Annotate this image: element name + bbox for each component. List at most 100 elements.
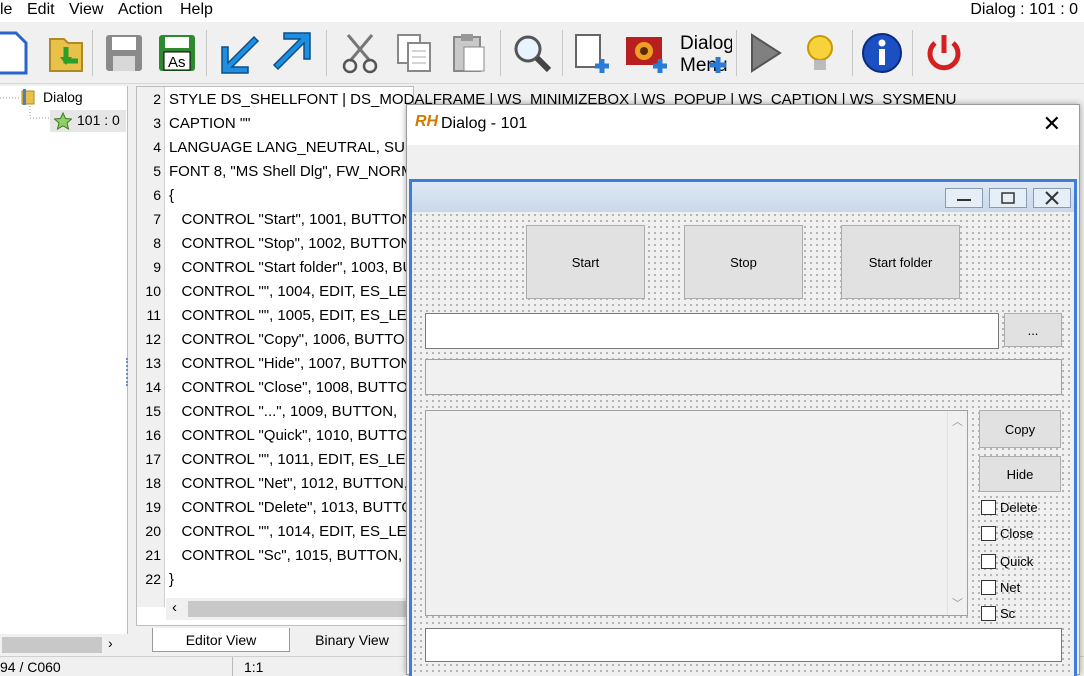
close-icon[interactable] [1033, 188, 1071, 208]
browse-button[interactable]: ... [1004, 313, 1062, 347]
bottom-input[interactable] [425, 628, 1062, 662]
code-line: CONTROL "Start folder", 1003, BU [169, 259, 414, 276]
add-resource-icon[interactable] [568, 29, 616, 77]
line-number: 10 [145, 283, 161, 299]
menu-help[interactable]: Help [180, 1, 213, 19]
line-number-gutter: 2 3 4 5 6 7 8 9 10 11 12 13 14 15 16 17 18 19 20 21 22 [137, 87, 165, 607]
app-logo-icon: RH [415, 113, 439, 130]
tree-item-selected[interactable]: 101 : 0 [50, 110, 126, 132]
dialog-design-surface[interactable]: Start Stop Start folder ... ︿ ﹀ Copy Hid… [409, 179, 1077, 676]
editor-horizontal-scrollbar[interactable]: ‹ [166, 598, 414, 620]
menu-action[interactable]: Action [118, 1, 162, 19]
status-field [425, 359, 1062, 395]
start-folder-button[interactable]: Start folder [841, 225, 960, 299]
code-line: CONTROL "Sc", 1015, BUTTON, [169, 547, 403, 564]
line-number: 8 [153, 235, 161, 251]
paste-icon[interactable] [444, 29, 492, 77]
line-number: 4 [153, 139, 161, 155]
exit-icon[interactable] [920, 29, 968, 77]
close-icon[interactable]: ✕ [1043, 111, 1061, 137]
menu-edit[interactable]: Edit [27, 1, 55, 19]
minimize-icon[interactable] [945, 188, 983, 208]
copy-icon[interactable] [390, 29, 438, 77]
line-number: 9 [153, 259, 161, 275]
info-icon[interactable] [858, 29, 906, 77]
import-arrow-icon[interactable] [214, 29, 262, 77]
line-number: 13 [145, 355, 161, 371]
find-icon[interactable] [508, 29, 556, 77]
cut-icon[interactable] [336, 29, 384, 77]
inner-caption-bar [412, 182, 1074, 212]
line-number: 14 [145, 379, 161, 395]
scroll-thumb[interactable] [188, 601, 408, 617]
close-checkbox[interactable]: Close [981, 523, 1033, 543]
svg-text:As: As [168, 54, 186, 71]
splitter-grip[interactable] [126, 358, 130, 386]
scroll-left-icon[interactable]: ‹ [172, 599, 177, 616]
scroll-down-icon[interactable]: ﹀ [952, 595, 963, 611]
code-line: CONTROL "Start", 1001, BUTTON [169, 211, 413, 228]
star-icon [53, 111, 73, 134]
path-input[interactable] [425, 313, 999, 349]
hide-button[interactable]: Hide [979, 456, 1061, 492]
open-folder-icon[interactable] [42, 29, 90, 77]
tree-horizontal-scrollbar[interactable]: › [0, 634, 128, 656]
save-as-icon[interactable]: As [153, 29, 201, 77]
line-number: 20 [145, 523, 161, 539]
view-tabs: Editor View Binary View [150, 626, 420, 654]
code-line: CONTROL "Quick", 1010, BUTTO [169, 427, 409, 444]
start-button[interactable]: Start [526, 225, 645, 299]
quick-checkbox[interactable]: Quick [981, 551, 1033, 571]
line-number: 19 [145, 499, 161, 515]
stop-button[interactable]: Stop [684, 225, 803, 299]
tab-editor-view[interactable]: Editor View [152, 628, 290, 652]
log-scrollbar[interactable]: ︿ ﹀ [947, 411, 967, 615]
code-line: CONTROL "Hide", 1007, BUTTON [169, 355, 412, 372]
menu-file[interactable]: le [0, 1, 12, 19]
code-line: CONTROL "", 1004, EDIT, ES_LEF [169, 283, 416, 300]
code-line: } [169, 571, 175, 588]
delete-checkbox[interactable]: Delete [981, 497, 1038, 517]
tree-item-dialog[interactable]: Dialog [43, 89, 83, 105]
dialog-title-bar[interactable]: RH Dialog - 101 ✕ [407, 105, 1079, 145]
code-line: FONT 8, "MS Shell Dlg", FW_NORMA [169, 163, 424, 180]
run-icon[interactable] [742, 29, 790, 77]
scroll-up-icon[interactable]: ︿ [952, 413, 963, 429]
maximize-icon[interactable] [989, 188, 1027, 208]
line-number: 15 [145, 403, 161, 419]
folder-icon [20, 88, 36, 109]
dialog-preview-window: RH Dialog - 101 ✕ Start Stop Start folde… [406, 104, 1080, 676]
code-line: CONTROL "Copy", 1006, BUTTON [169, 331, 416, 348]
resource-tree: Dialog 101 : 0 [0, 86, 128, 656]
dialog-title: Dialog - 101 [441, 115, 528, 132]
line-number: 2 [153, 91, 161, 107]
net-checkbox[interactable]: Net [981, 577, 1020, 597]
sc-checkbox[interactable]: Sc [981, 603, 1015, 623]
code-line: CONTROL "Stop", 1002, BUTTON [169, 235, 412, 252]
scroll-right-icon[interactable]: › [108, 635, 113, 651]
add-image-icon[interactable] [624, 29, 672, 77]
copy-button[interactable]: Copy [979, 410, 1061, 448]
tab-binary-view[interactable]: Binary View [292, 628, 412, 652]
status-offset: 94 / C060 [0, 659, 61, 675]
log-textarea[interactable]: ︿ ﹀ [425, 410, 968, 616]
line-number: 17 [145, 451, 161, 467]
code-line: CAPTION "" [169, 115, 251, 132]
tree-item-101: 101 : 0 [77, 112, 120, 128]
new-file-icon[interactable] [0, 29, 34, 77]
resource-title: Dialog : 101 : 0 [970, 1, 1078, 18]
line-number: 7 [153, 211, 161, 227]
line-number: 16 [145, 427, 161, 443]
line-number: 21 [145, 547, 161, 563]
export-arrow-icon[interactable] [270, 29, 318, 77]
menu-view[interactable]: View [69, 1, 103, 19]
save-icon[interactable] [100, 29, 148, 77]
line-number: 3 [153, 115, 161, 131]
code-line: CONTROL "Close", 1008, BUTTON [169, 379, 419, 396]
lightbulb-icon[interactable] [796, 29, 844, 77]
scroll-thumb[interactable] [2, 637, 102, 653]
line-number: 5 [153, 163, 161, 179]
code-line: CONTROL "Delete", 1013, BUTTO [169, 499, 414, 516]
code-editor[interactable]: 2 3 4 5 6 7 8 9 10 11 12 13 14 15 16 17 18 19 20 21 22 STYLE… [136, 86, 956, 626]
add-dialog-menu-icon[interactable]: Dialog Menu [676, 29, 732, 77]
